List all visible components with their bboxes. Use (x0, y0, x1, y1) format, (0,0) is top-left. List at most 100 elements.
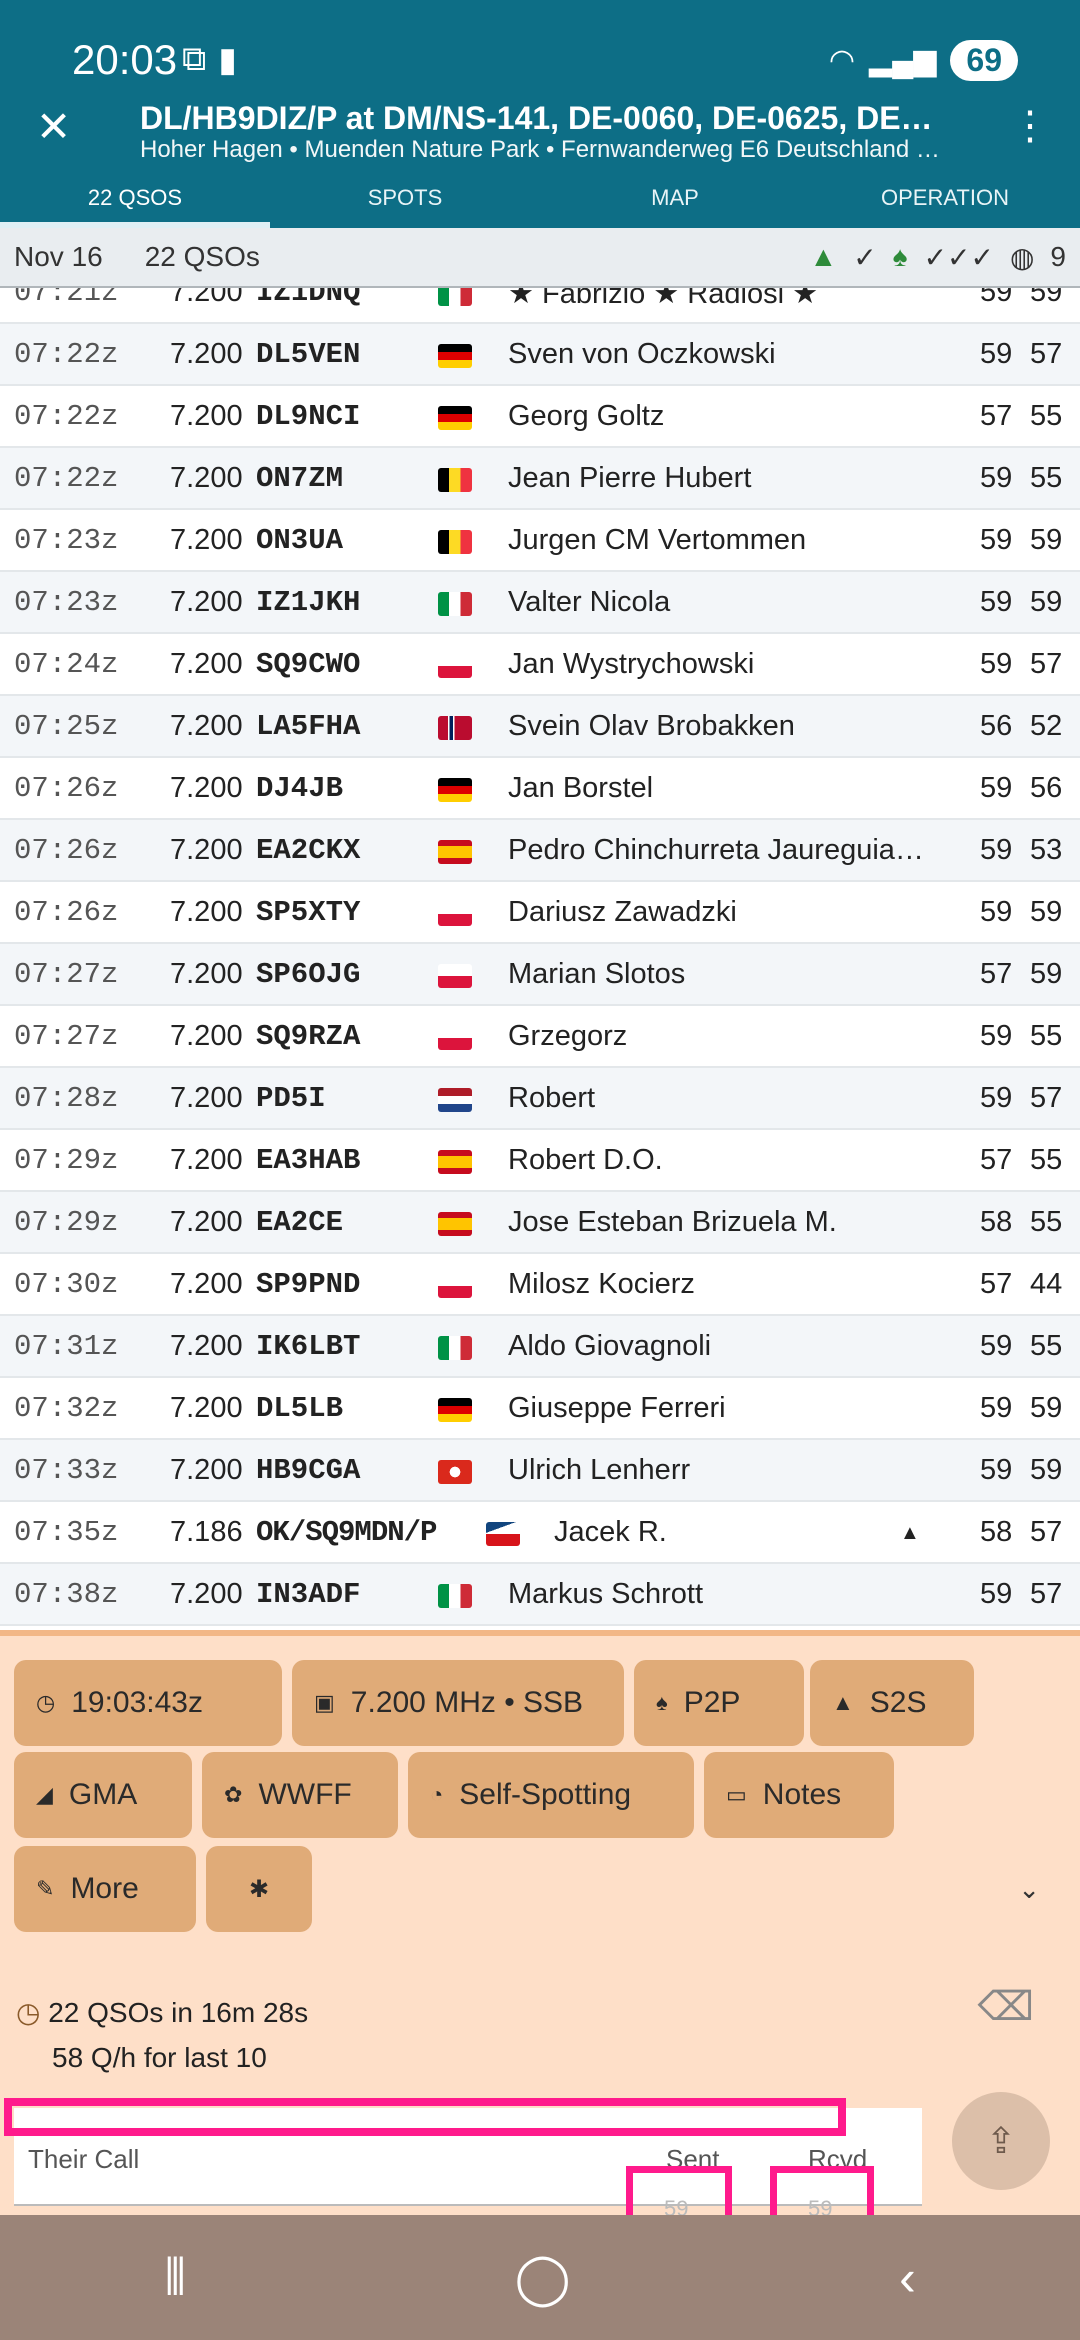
qso-callsign: EA2CE (256, 1206, 344, 1239)
qso-rst-rcvd: 57 (1030, 1578, 1063, 1610)
country-flag-icon (438, 1274, 472, 1298)
qso-operator-name: Jean Pierre Hubert (508, 462, 752, 494)
tab-map[interactable]: MAP (540, 180, 810, 228)
notes-chip[interactable]: ▭ Notes (704, 1752, 894, 1838)
s2s-chip-label: S2S (869, 1686, 927, 1719)
qso-row[interactable]: 07:32z 7.200 DL5LB Giuseppe Ferreri 59 59 (0, 1378, 1080, 1440)
qso-rst-rcvd: 55 (1030, 400, 1063, 432)
pencil-icon: ✎ (36, 1876, 55, 1901)
country-count: 9 (1050, 241, 1066, 272)
tab-spots[interactable]: SPOTS (270, 180, 540, 228)
tab-qsos[interactable]: 22 QSOS (0, 180, 270, 228)
frequency-chip[interactable]: ▣ 7.200 MHz • SSB (292, 1660, 624, 1746)
qso-rst-sent: 59 (980, 1454, 1013, 1486)
settings-chip[interactable]: ✱ (206, 1846, 312, 1932)
screenshot-icon: ⧉ (182, 40, 207, 78)
qso-row[interactable]: 07:27z 7.200 SP6OJG Marian Slotos 57 59 (0, 944, 1080, 1006)
wwff-chip[interactable]: ✿ WWFF (202, 1752, 398, 1838)
qso-operator-name: Pedro Chinchurreta Jaureguial… (508, 834, 928, 866)
gma-chip[interactable]: ◢ GMA (14, 1752, 192, 1838)
qso-time: 07:38z (14, 1578, 119, 1611)
close-icon[interactable]: ✕ (36, 106, 71, 148)
qso-row[interactable]: 07:22z 7.200 ON7ZM Jean Pierre Hubert 59 55 (0, 448, 1080, 510)
qso-row[interactable]: 07:26z 7.200 SP5XTY Dariusz Zawadzki 59 59 (0, 882, 1080, 944)
backspace-icon[interactable]: ⌫ (977, 1984, 1034, 2030)
qso-row[interactable]: 07:28z 7.200 PD5I Robert 59 57 (0, 1068, 1080, 1130)
self-spotting-chip[interactable]: ◔ Self-Spotting (408, 1752, 694, 1838)
qso-row[interactable]: 07:35z 7.186 OK/SQ9MDN/P Jacek R. ▲ 58 57 (0, 1502, 1080, 1564)
day-date: Nov 16 (14, 241, 103, 272)
frequency-chip-label: 7.200 MHz • SSB (350, 1686, 584, 1719)
back-icon[interactable]: ‹ (899, 2249, 916, 2307)
qso-callsign: HB9CGA (256, 1454, 361, 1487)
qso-row[interactable]: 07:21z 7.200 IZ1DNQ ★ Fabrizio ★ Radiosi ★ 5… (0, 288, 1080, 324)
qso-time: 07:26z (14, 896, 119, 929)
qso-row[interactable]: 07:23z 7.200 ON3UA Jurgen CM Vertommen 59 59 (0, 510, 1080, 572)
tab-operation[interactable]: OPERATION (810, 180, 1080, 228)
qso-frequency: 7.200 (170, 710, 243, 742)
qso-rst-rcvd: 59 (1030, 896, 1063, 928)
qso-row[interactable]: 07:23z 7.200 IZ1JKH Valter Nicola 59 59 (0, 572, 1080, 634)
qso-callsign: DL5LB (256, 1392, 344, 1425)
qso-time: 07:23z (14, 524, 119, 557)
qso-callsign: SQ9RZA (256, 1020, 361, 1053)
qso-row[interactable]: 07:26z 7.200 EA2CKX Pedro Chinchurreta Jaur… (0, 820, 1080, 882)
qso-row[interactable]: 07:38z 7.200 IN3ADF Markus Schrott 59 57 (0, 1564, 1080, 1626)
qso-row[interactable]: 07:29z 7.200 EA3HAB Robert D.O. 57 55 (0, 1130, 1080, 1192)
qso-callsign: OK/SQ9MDN/P (256, 1516, 437, 1549)
qso-rst-rcvd: 55 (1030, 462, 1063, 494)
qso-time: 07:23z (14, 586, 119, 619)
highlight-box-call (4, 2098, 846, 2136)
qso-row[interactable]: 07:26z 7.200 DJ4JB Jan Borstel 59 56 (0, 758, 1080, 820)
qso-time: 07:32z (14, 1392, 119, 1425)
recent-apps-icon[interactable]: ⦀ (164, 2248, 186, 2307)
chevron-down-icon[interactable]: ⌄ (1018, 1874, 1040, 1905)
time-chip[interactable]: ◷ 19:03:43z (14, 1660, 282, 1746)
country-flag-icon (438, 902, 472, 926)
country-flag-icon (438, 1584, 472, 1608)
country-flag-icon (438, 964, 472, 988)
qso-row[interactable]: 07:22z 7.200 DL9NCI Georg Goltz 57 55 (0, 386, 1080, 448)
p2p-chip[interactable]: ♠ P2P (634, 1660, 804, 1746)
qso-frequency: 7.200 (170, 1020, 243, 1052)
signal-icon: ▂▄▆ (869, 44, 937, 77)
country-flag-icon (438, 840, 472, 864)
qso-frequency: 7.200 (170, 1578, 243, 1610)
qso-row[interactable]: 07:33z 7.200 HB9CGA Ulrich Lenherr 59 59 (0, 1440, 1080, 1502)
qso-list[interactable]: 07:21z 7.200 IZ1DNQ ★ Fabrizio ★ Radiosi ★ 5… (0, 288, 1080, 1630)
qso-rst-sent: 58 (980, 1516, 1013, 1548)
qso-row[interactable]: 07:30z 7.200 SP9PND Milosz Kocierz 57 44 (0, 1254, 1080, 1316)
radio-icon: ▣ (314, 1690, 335, 1715)
qso-row[interactable]: 07:25z 7.200 LA5FHA Svein Olav Brobakken 56 5… (0, 696, 1080, 758)
qso-row[interactable]: 07:27z 7.200 SQ9RZA Grzegorz 59 55 (0, 1006, 1080, 1068)
qso-row[interactable]: 07:24z 7.200 SQ9CWO Jan Wystrychowski 59 57 (0, 634, 1080, 696)
more-vert-icon[interactable]: ⋮ (1010, 106, 1050, 146)
qso-row[interactable]: 07:22z 7.200 DL5VEN Sven von Oczkowski 59 57 (0, 324, 1080, 386)
qso-rst-rcvd: 59 (1030, 1392, 1063, 1424)
qso-callsign: DJ4JB (256, 772, 344, 805)
qso-row[interactable]: 07:31z 7.200 IK6LBT Aldo Giovagnoli 59 55 (0, 1316, 1080, 1378)
log-qso-button[interactable]: ⇪ (952, 2092, 1050, 2190)
summit-checks: ✓ (853, 241, 877, 273)
park-checks: ✓✓✓ (923, 241, 994, 273)
tab-bar: 22 QSOS SPOTS MAP OPERATION (0, 180, 1080, 228)
more-chip[interactable]: ✎ More (14, 1846, 196, 1932)
note-icon: ▭ (726, 1782, 747, 1807)
qso-time: 07:22z (14, 338, 119, 371)
qso-time: 07:27z (14, 1020, 119, 1053)
status-icons: ⧉ ▮ (182, 40, 237, 80)
their-call-input[interactable]: Their Call (28, 2144, 139, 2175)
qso-time: 07:26z (14, 834, 119, 867)
qso-callsign: DL5VEN (256, 338, 361, 371)
s2s-chip[interactable]: ▲ S2S (810, 1660, 974, 1746)
qso-rst-rcvd: 55 (1030, 1330, 1063, 1362)
status-right: ◠ ▂▄▆ 69 (829, 40, 1018, 81)
app-header: 20:03 ⧉ ▮ ◠ ▂▄▆ 69 ✕ DL/HB9DIZ/P at DM/N… (0, 0, 1080, 228)
qso-row[interactable]: 07:29z 7.200 EA2CE Jose Esteban Brizuela M.… (0, 1192, 1080, 1254)
qso-frequency: 7.200 (170, 524, 243, 556)
qso-rst-rcvd: 44 (1030, 1268, 1063, 1300)
country-flag-icon (438, 778, 472, 802)
home-icon[interactable]: ◯ (515, 2249, 571, 2307)
qso-time: 07:25z (14, 710, 119, 743)
qso-rst-rcvd: 59 (1030, 586, 1063, 618)
